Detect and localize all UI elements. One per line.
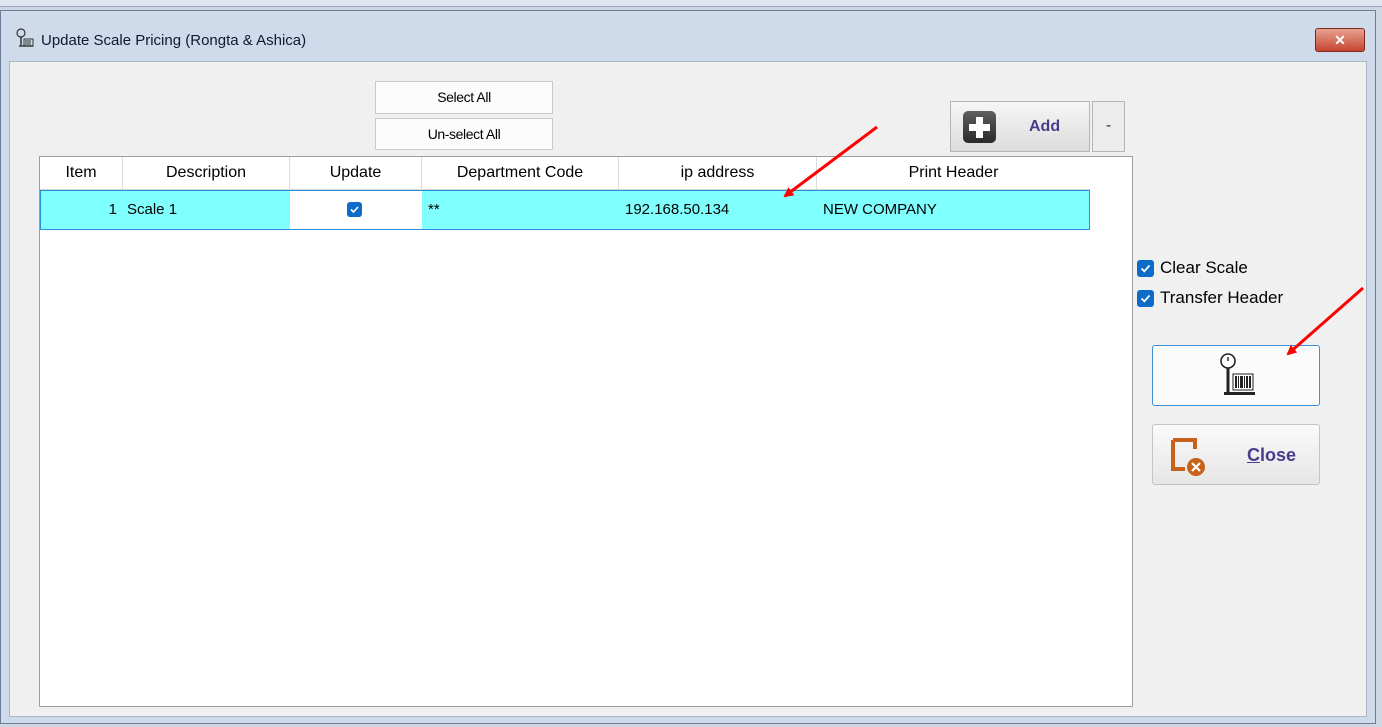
- dialog-client-area: Select All Un-select All Add - Item Desc…: [9, 61, 1367, 717]
- close-button-label: Close: [1247, 445, 1297, 465]
- col-header-item[interactable]: Item: [40, 157, 123, 189]
- cell-description[interactable]: Scale 1: [127, 191, 287, 229]
- background-taskbar-strip: [0, 0, 1382, 7]
- title-bar: Update Scale Pricing (Rongta & Ashica) ✕: [1, 11, 1375, 61]
- cell-item[interactable]: 1: [41, 191, 117, 229]
- scales-grid: Item Description Update Department Code …: [39, 156, 1133, 707]
- table-row[interactable]: 1 Scale 1 ** 192.168.50.134 NEW COMPANY: [40, 190, 1090, 230]
- close-window-icon: [1171, 437, 1209, 477]
- cell-department-code[interactable]: **: [428, 191, 618, 229]
- scale-app-icon: [13, 27, 37, 51]
- col-header-description[interactable]: Description: [123, 157, 290, 189]
- col-header-update[interactable]: Update: [290, 157, 422, 189]
- col-header-department-code[interactable]: Department Code: [422, 157, 619, 189]
- unselect-all-button[interactable]: Un-select All: [375, 118, 553, 150]
- cell-update[interactable]: [290, 191, 422, 229]
- transfer-header-label: Transfer Header: [1160, 288, 1284, 307]
- update-scale-button[interactable]: [1152, 345, 1320, 406]
- checkbox-checked-icon: [1137, 260, 1154, 277]
- close-button[interactable]: Close: [1152, 424, 1320, 485]
- add-button[interactable]: Add: [950, 101, 1090, 152]
- plus-icon: [963, 111, 996, 143]
- clear-scale-label: Clear Scale: [1160, 258, 1248, 277]
- col-header-print-header[interactable]: Print Header: [817, 157, 1090, 189]
- scale-barcode-icon: [1215, 350, 1259, 402]
- col-header-ip-address[interactable]: ip address: [619, 157, 817, 189]
- dialog-window: Update Scale Pricing (Rongta & Ashica) ✕…: [0, 10, 1376, 724]
- window-close-button[interactable]: ✕: [1315, 28, 1365, 52]
- checkbox-checked-icon: [1137, 290, 1154, 307]
- update-checkbox[interactable]: [347, 202, 362, 217]
- grid-header: Item Description Update Department Code …: [40, 157, 1090, 190]
- cell-ip-address[interactable]: 192.168.50.134: [625, 191, 815, 229]
- window-title: Update Scale Pricing (Rongta & Ashica): [41, 32, 307, 49]
- select-all-button[interactable]: Select All: [375, 81, 553, 114]
- add-button-label: Add: [1029, 118, 1061, 135]
- cell-print-header[interactable]: NEW COMPANY: [823, 191, 1083, 229]
- remove-button[interactable]: -: [1092, 101, 1125, 152]
